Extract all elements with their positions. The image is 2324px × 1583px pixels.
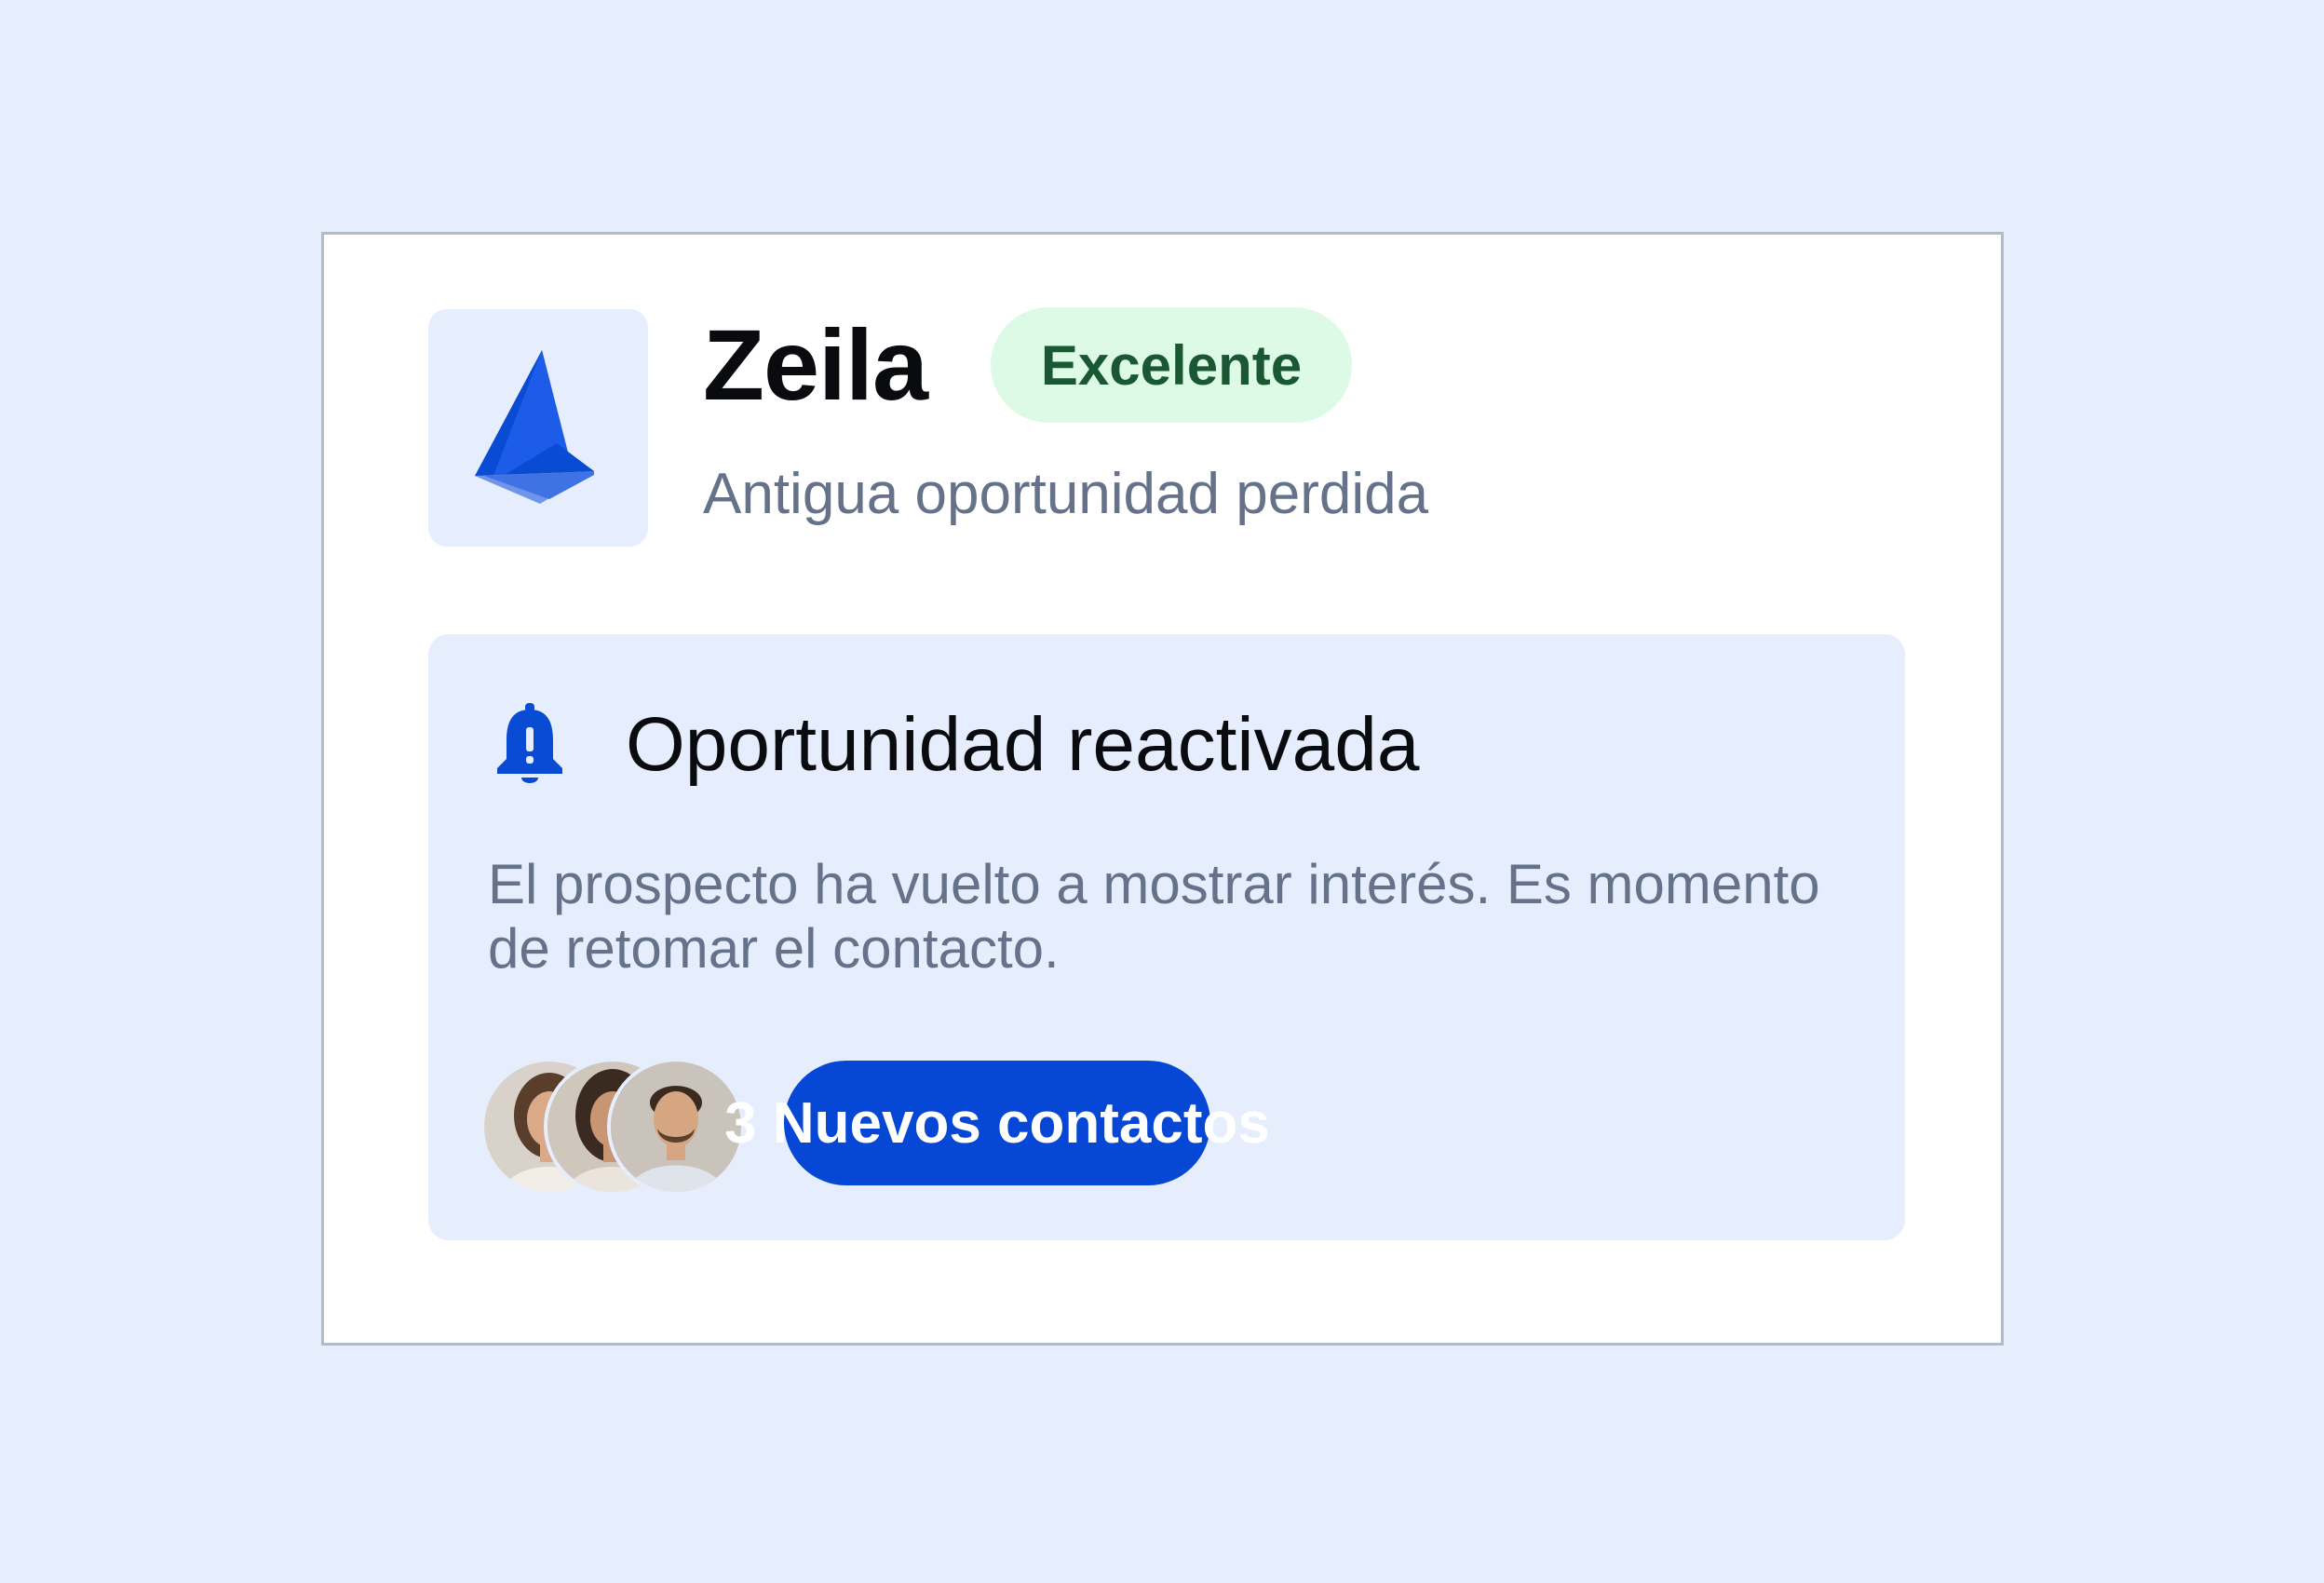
new-contacts-button[interactable]: 3 Nuevos contactos (724, 1061, 1270, 1185)
lead-card: Zeila Excelente Antigua oportunidad perd… (321, 232, 2004, 1346)
sail-logo-icon (475, 350, 594, 504)
alert-description: El prospecto ha vuelto a mostrar interés… (488, 853, 1820, 980)
reactivation-alert: Oportunidad reactivada El prospecto ha v… (428, 634, 1905, 1240)
company-logo (428, 309, 648, 547)
company-name: Zeila (703, 308, 928, 421)
alert-title: Oportunidad reactivada (626, 702, 1420, 787)
rating-badge: Excelente (991, 307, 1352, 423)
contact-avatars (480, 1058, 750, 1197)
company-subtitle: Antigua oportunidad perdida (703, 462, 1429, 526)
bell-alert-icon (497, 703, 562, 783)
